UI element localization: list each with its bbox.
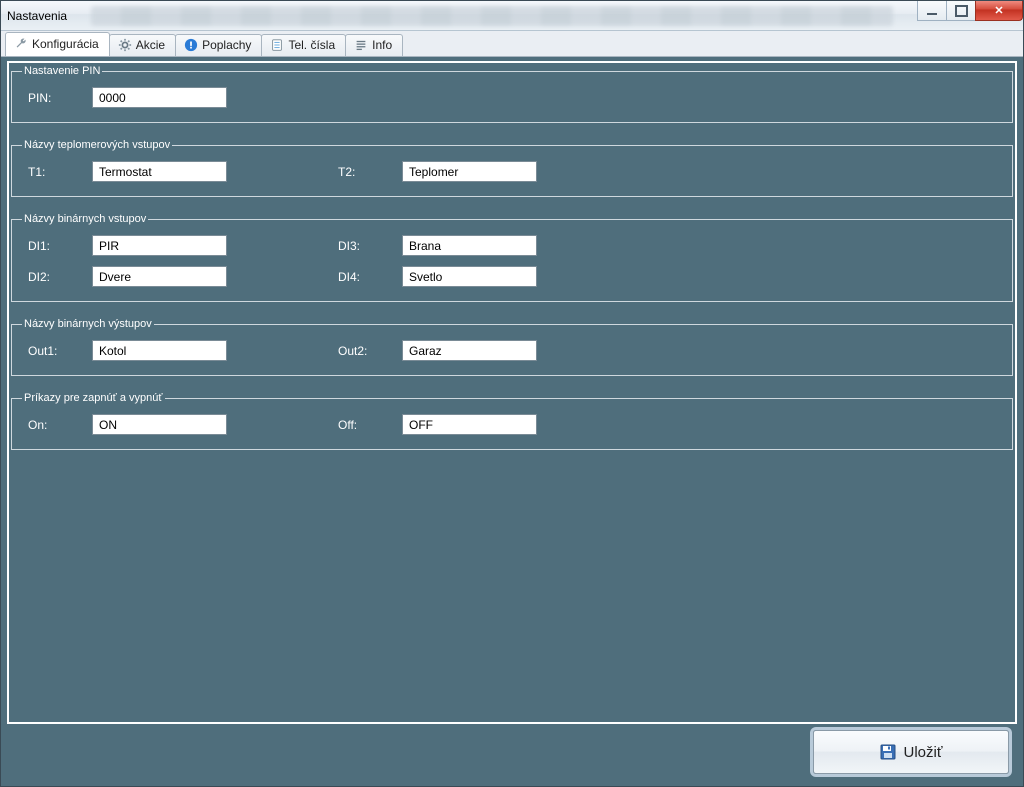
tab-akcie[interactable]: Akcie [109, 34, 176, 56]
out1-label: Out1: [22, 344, 92, 358]
t1-input[interactable] [92, 161, 227, 182]
config-panel: Nastavenie PIN PIN: Názvy teplomerových … [7, 61, 1017, 724]
phone-list-icon [270, 38, 284, 52]
on-label: On: [22, 418, 92, 432]
titlebar: Nastavenia [1, 1, 1023, 31]
di2-input[interactable] [92, 266, 227, 287]
group-pin-legend: Nastavenie PIN [22, 65, 102, 77]
tab-label: Konfigurácia [32, 37, 99, 51]
di3-input[interactable] [402, 235, 537, 256]
group-dout-legend: Názvy binárnych výstupov [22, 318, 154, 330]
tab-poplachy[interactable]: Poplachy [175, 34, 262, 56]
out2-label: Out2: [332, 344, 402, 358]
pin-input[interactable] [92, 87, 227, 108]
group-din: Názvy binárnych vstupov DI1: DI3: [11, 213, 1013, 302]
tab-konfiguracia[interactable]: Konfigurácia [5, 32, 110, 56]
di1-input[interactable] [92, 235, 227, 256]
save-button[interactable]: Uložiť [813, 730, 1009, 774]
titlebar-blur [91, 6, 893, 26]
tab-label: Akcie [136, 38, 165, 52]
group-pin: Nastavenie PIN PIN: [11, 65, 1013, 123]
config-scroll: Nastavenie PIN PIN: Názvy teplomerových … [9, 63, 1015, 722]
di4-label: DI4: [332, 270, 402, 284]
tab-tel-cisla[interactable]: Tel. čísla [261, 34, 346, 56]
tab-label: Poplachy [202, 38, 251, 52]
window-controls [918, 1, 1023, 21]
minimize-button[interactable] [917, 1, 947, 21]
on-input[interactable] [92, 414, 227, 435]
wrench-icon [14, 37, 28, 51]
tabstrip: Konfigurácia Akcie Poplachy Tel. čísla I… [1, 31, 1023, 57]
group-cmd-legend: Príkazy pre zapnúť a vypnúť [22, 392, 165, 404]
tab-label: Info [372, 38, 392, 52]
maximize-button[interactable] [946, 1, 976, 21]
off-input[interactable] [402, 414, 537, 435]
t2-input[interactable] [402, 161, 537, 182]
pin-label: PIN: [22, 91, 92, 105]
content-area: Nastavenie PIN PIN: Názvy teplomerových … [1, 57, 1023, 786]
di3-label: DI3: [332, 239, 402, 253]
tab-info[interactable]: Info [345, 34, 403, 56]
footer: Uložiť [7, 724, 1017, 780]
close-button[interactable] [975, 1, 1023, 21]
group-temp: Názvy teplomerových vstupov T1: T2: [11, 139, 1013, 197]
group-cmd: Príkazy pre zapnúť a vypnúť On: Off: [11, 392, 1013, 450]
di2-label: DI2: [22, 270, 92, 284]
alert-icon [184, 38, 198, 52]
off-label: Off: [332, 418, 402, 432]
lines-icon [354, 38, 368, 52]
save-button-label: Uložiť [904, 744, 943, 761]
tab-label: Tel. čísla [288, 38, 335, 52]
app-window: Nastavenia Konfigurácia Akcie Poplachy [0, 0, 1024, 787]
out1-input[interactable] [92, 340, 227, 361]
group-dout: Názvy binárnych výstupov Out1: Out2: [11, 318, 1013, 376]
gear-icon [118, 38, 132, 52]
window-title: Nastavenia [7, 9, 67, 23]
di4-input[interactable] [402, 266, 537, 287]
group-din-legend: Názvy binárnych vstupov [22, 213, 148, 225]
di1-label: DI1: [22, 239, 92, 253]
save-icon [880, 744, 896, 760]
t1-label: T1: [22, 165, 92, 179]
t2-label: T2: [332, 165, 402, 179]
out2-input[interactable] [402, 340, 537, 361]
group-temp-legend: Názvy teplomerových vstupov [22, 139, 172, 151]
